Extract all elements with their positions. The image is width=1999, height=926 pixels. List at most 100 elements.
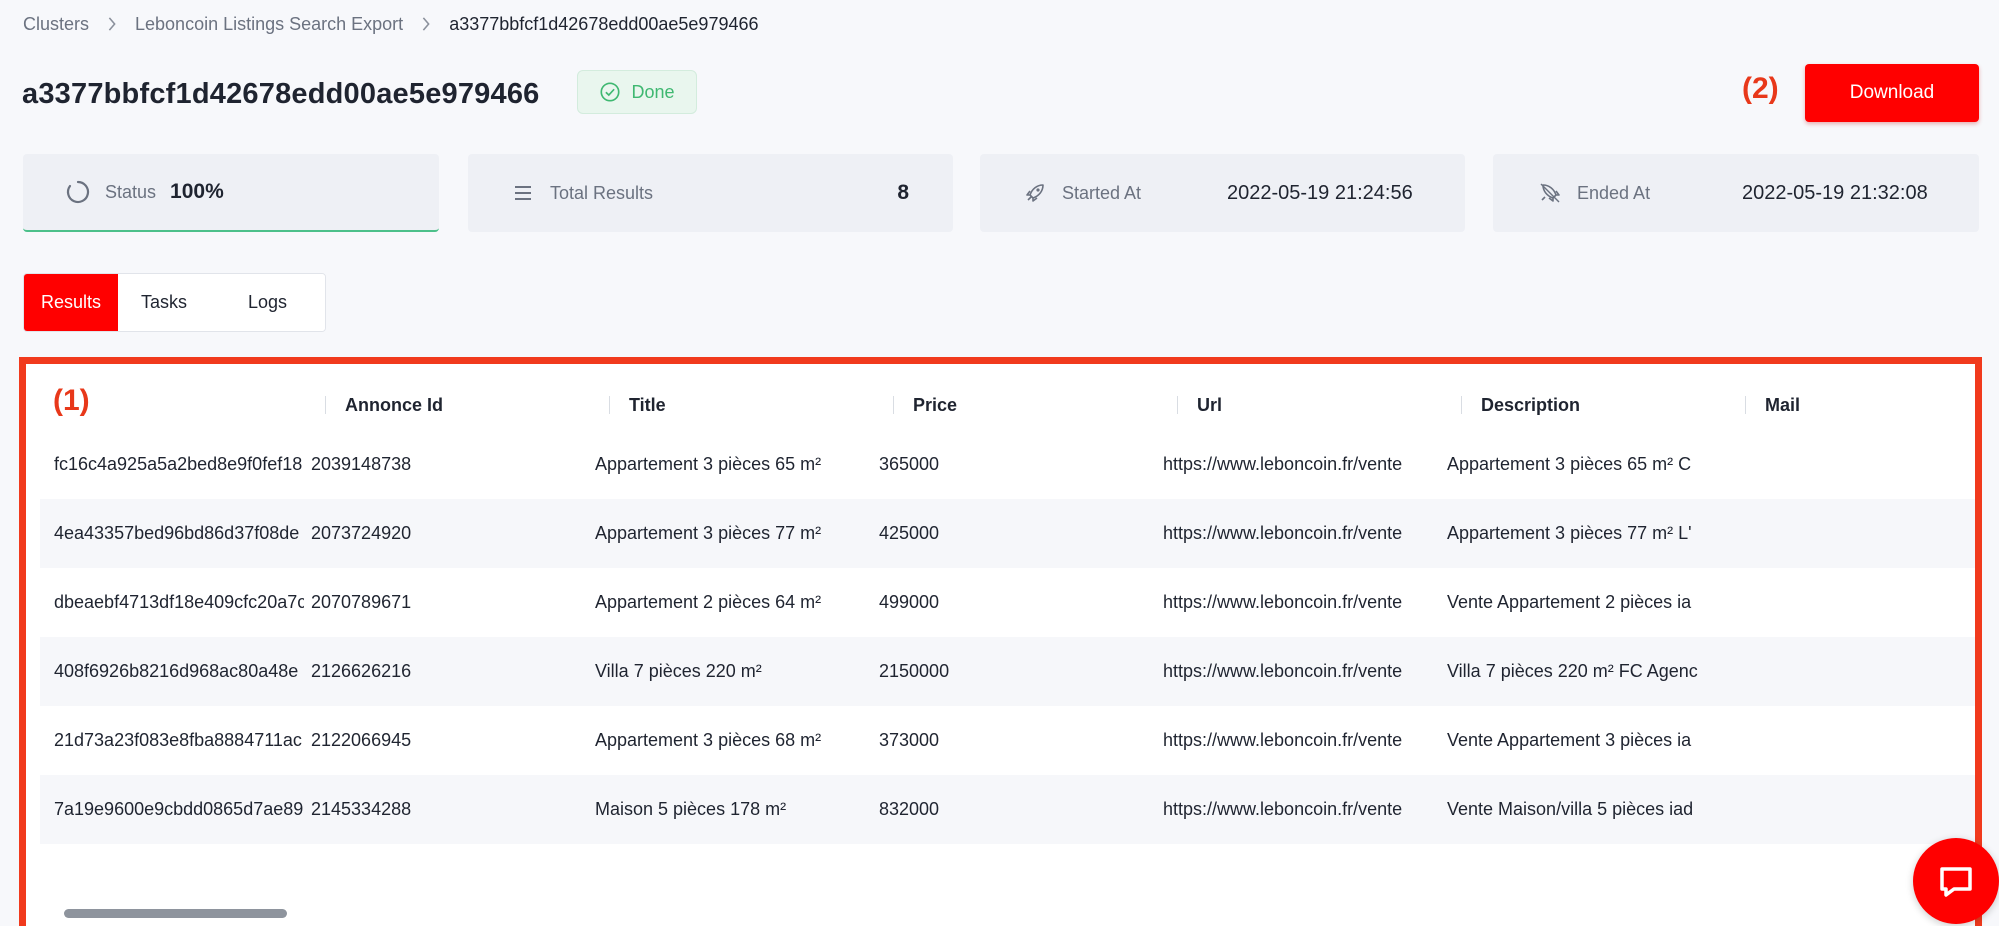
total-results-label: Total Results: [550, 182, 654, 203]
cell-url: https://www.leboncoin.fr/vente: [1163, 730, 1403, 750]
check-circle-icon: [600, 82, 621, 102]
cell-title: Appartement 3 pièces 68 m²: [595, 730, 822, 750]
table-row[interactable]: dbeaebf4713df18e409cfc20a7c 2070789671 App…: [40, 568, 1975, 637]
cell-id: dbeaebf4713df18e409cfc20a7c: [54, 592, 304, 612]
cell-url: https://www.leboncoin.fr/vente: [1163, 454, 1403, 474]
cell-title: Appartement 3 pièces 77 m²: [595, 523, 822, 543]
started-at-value: 2022-05-19 21:24:56: [1227, 181, 1413, 204]
column-header-annonce-id[interactable]: Annonce Id: [345, 380, 443, 430]
table-row-partial: [40, 873, 1975, 889]
annotation-2: (2): [1742, 72, 1779, 105]
started-at-card: Started At 2022-05-19 21:24:56: [980, 154, 1465, 232]
table-row[interactable]: 4ea43357bed96bd86d37f08de 2073724920 Appar…: [40, 499, 1975, 568]
cell-id: 4ea43357bed96bd86d37f08de: [54, 523, 300, 543]
cell-price: 365000: [879, 454, 940, 474]
results-table: (1) Annonce Id Title Price Url Descripti…: [40, 364, 1975, 926]
cell-description: Appartement 3 pièces 65 m² C: [1447, 454, 1692, 474]
cell-title: Villa 7 pièces 220 m²: [595, 661, 762, 681]
cell-mail: [1731, 499, 1961, 568]
rocket-landed-icon: [1537, 180, 1563, 206]
cell-price: 373000: [879, 730, 940, 750]
table-header: Annonce Id Title Price Url Description M…: [40, 380, 1975, 430]
scrollbar-thumb[interactable]: [64, 909, 287, 918]
column-divider: [1745, 396, 1746, 414]
cell-description: Appartement 3 pièces 77 m² L': [1447, 523, 1692, 543]
column-header-title[interactable]: Title: [629, 380, 666, 430]
rocket-icon: [1022, 180, 1048, 206]
status-badge: Done: [577, 70, 697, 114]
cell-id: fc16c4a925a5a2bed8e9f0fef18: [54, 454, 303, 474]
cell-annonce-id: 2145334288: [311, 799, 412, 819]
column-divider: [609, 396, 610, 414]
chevron-right-icon: [403, 17, 449, 31]
cell-description: Vente Maison/villa 5 pièces iad: [1447, 799, 1694, 819]
chat-button[interactable]: [1913, 838, 1999, 924]
tab-logs[interactable]: Logs: [210, 274, 325, 331]
horizontal-scrollbar[interactable]: [40, 889, 1975, 926]
table-row[interactable]: 21d73a23f083e8fba8884711ac 2122066945 Appa…: [40, 706, 1975, 775]
cell-url: https://www.leboncoin.fr/vente: [1163, 523, 1403, 543]
cell-annonce-id: 2073724920: [311, 523, 412, 543]
column-divider: [1177, 396, 1178, 414]
column-header-url[interactable]: Url: [1197, 380, 1222, 430]
total-results-card: Total Results 8: [468, 154, 953, 232]
cell-description: Vente Appartement 3 pièces ia: [1447, 730, 1692, 750]
cell-annonce-id: 2039148738: [311, 454, 412, 474]
column-header-mail[interactable]: Mail: [1765, 380, 1800, 430]
cell-title: Appartement 3 pièces 65 m²: [595, 454, 822, 474]
cell-annonce-id: 2126626216: [311, 661, 412, 681]
tab-bar: Results Tasks Logs: [23, 273, 326, 332]
status-card: Status 100%: [23, 154, 439, 232]
cell-mail: [1731, 637, 1961, 706]
tab-results[interactable]: Results: [24, 274, 118, 331]
cell-id: 21d73a23f083e8fba8884711ac: [54, 730, 302, 750]
list-icon: [510, 180, 536, 206]
cell-title: Maison 5 pièces 178 m²: [595, 799, 787, 819]
cell-id: 408f6926b8216d968ac80a48e: [54, 661, 299, 681]
column-divider: [1461, 396, 1462, 414]
cell-annonce-id: 2070789671: [311, 592, 412, 612]
column-header-description[interactable]: Description: [1481, 380, 1580, 430]
column-divider: [893, 396, 894, 414]
ended-at-value: 2022-05-19 21:32:08: [1742, 181, 1928, 204]
cell-price: 832000: [879, 799, 940, 819]
chevron-right-icon: [89, 17, 135, 31]
cell-mail: [1731, 568, 1961, 637]
results-table-frame: (1) Annonce Id Title Price Url Descripti…: [19, 357, 1982, 926]
breadcrumb-export[interactable]: Leboncoin Listings Search Export: [135, 14, 403, 35]
cell-mail: [1731, 706, 1961, 775]
page-title: a3377bbfcf1d42678edd00ae5e979466: [22, 78, 540, 110]
cell-mail: [1731, 430, 1961, 499]
ended-at-card: Ended At 2022-05-19 21:32:08: [1493, 154, 1979, 232]
table-row[interactable]: 7a19e9600e9cbdd0865d7ae89 2145334288 Maiso…: [40, 775, 1975, 844]
cell-description: Villa 7 pièces 220 m² FC Agenc: [1447, 661, 1698, 681]
cell-description: Vente Appartement 2 pièces ia: [1447, 592, 1692, 612]
total-results-value: 8: [897, 181, 909, 204]
breadcrumb: Clusters Leboncoin Listings Search Expor…: [23, 10, 759, 38]
breadcrumb-clusters[interactable]: Clusters: [23, 14, 89, 35]
chat-bubble-icon: [1940, 867, 1972, 897]
cell-price: 499000: [879, 592, 940, 612]
cell-id: 7a19e9600e9cbdd0865d7ae89: [54, 799, 304, 819]
status-value: 100%: [170, 180, 224, 203]
spinner-icon: [65, 179, 91, 205]
column-divider: [325, 396, 326, 414]
download-button[interactable]: Download: [1805, 64, 1979, 122]
tab-tasks[interactable]: Tasks: [118, 274, 210, 331]
cell-url: https://www.leboncoin.fr/vente: [1163, 592, 1403, 612]
started-at-label: Started At: [1062, 182, 1142, 203]
cell-price: 2150000: [879, 661, 950, 681]
table-row[interactable]: 408f6926b8216d968ac80a48e 2126626216 Villa…: [40, 637, 1975, 706]
cell-url: https://www.leboncoin.fr/vente: [1163, 661, 1403, 681]
table-row[interactable]: fc16c4a925a5a2bed8e9f0fef18 2039148738 App…: [40, 430, 1975, 499]
breadcrumb-current: a3377bbfcf1d42678edd00ae5e979466: [449, 13, 759, 34]
cell-annonce-id: 2122066945: [311, 730, 412, 750]
status-badge-label: Done: [631, 81, 675, 102]
cell-title: Appartement 2 pièces 64 m²: [595, 592, 822, 612]
status-label: Status: [105, 181, 157, 202]
column-header-price[interactable]: Price: [913, 380, 957, 430]
cell-mail: [1731, 775, 1961, 844]
cell-url: https://www.leboncoin.fr/vente: [1163, 799, 1403, 819]
ended-at-label: Ended At: [1577, 182, 1651, 203]
cell-price: 425000: [879, 523, 940, 543]
